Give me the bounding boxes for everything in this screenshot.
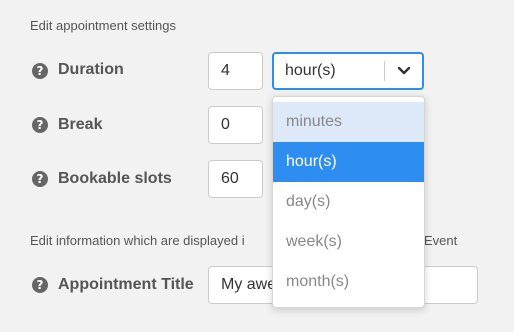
break-input[interactable]: 0 [208,106,263,144]
option-weeks[interactable]: week(s) [273,222,424,262]
chevron-down-icon[interactable] [385,66,422,76]
unit-dropdown-menu: minutes hour(s) day(s) week(s) month(s) [272,96,425,308]
help-icon[interactable]: ? [32,171,48,187]
info-section-label-tail: Event [424,233,458,248]
duration-label: Duration [58,61,124,78]
duration-input[interactable]: 4 [208,52,263,90]
bookable-slots-input[interactable]: 60 [208,160,263,198]
help-icon[interactable]: ? [32,63,48,79]
settings-section-label: Edit appointment settings [30,18,176,33]
info-section-label: Edit information which are displayed i [30,233,245,248]
bookable-slots-label: Bookable slots [58,170,172,187]
help-icon[interactable]: ? [32,117,48,133]
option-months[interactable]: month(s) [273,262,424,302]
appointment-title-label: Appointment Title [58,276,194,293]
select-value: hour(s) [285,62,336,79]
break-label: Break [58,116,103,133]
option-days[interactable]: day(s) [273,182,424,222]
option-minutes[interactable]: minutes [273,102,424,142]
duration-unit-select[interactable]: hour(s) [272,52,424,90]
option-hours[interactable]: hour(s) [273,142,424,182]
help-icon[interactable]: ? [32,277,48,293]
